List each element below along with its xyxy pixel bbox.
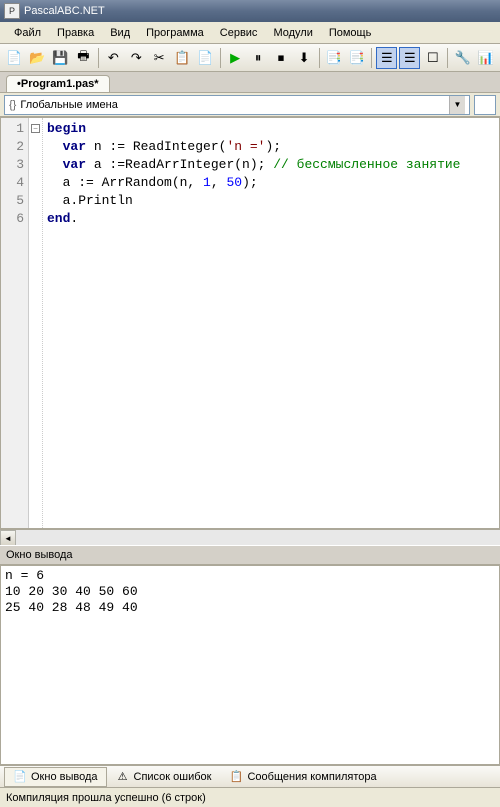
fold-column: −: [29, 118, 43, 528]
code-editor[interactable]: 123456 − begin var n := ReadInteger('n =…: [0, 117, 500, 529]
horizontal-scrollbar[interactable]: ◄: [0, 529, 500, 545]
toolbar-button-14[interactable]: ⬇: [294, 47, 315, 69]
bottom-tab-1[interactable]: ⚠ Список ошибок: [107, 767, 221, 787]
tab-label: Окно вывода: [31, 771, 98, 783]
bottom-tabs: 📄 Окно вывода ⚠ Список ошибок 📋 Сообщения ком…: [0, 765, 500, 787]
window-title: PascalABC.NET: [24, 5, 105, 17]
bottom-tab-0[interactable]: 📄 Окно вывода: [4, 767, 107, 787]
toolbar-button-9[interactable]: 📄: [195, 47, 216, 69]
tab-area: •Program1.pas*: [0, 72, 500, 93]
toolbar-button-3[interactable]: 🖶: [73, 47, 94, 69]
titlebar: P PascalABC.NET: [0, 0, 500, 22]
toolbar-button-6[interactable]: ↷: [126, 47, 147, 69]
menu-program[interactable]: Программа: [138, 24, 212, 42]
line-gutter: 123456: [1, 118, 29, 528]
menu-modules[interactable]: Модули: [265, 24, 320, 42]
tab-icon: 📋: [229, 770, 243, 784]
toolbar-button-8[interactable]: 📋: [172, 47, 193, 69]
search-input[interactable]: [474, 95, 496, 115]
output-panel[interactable]: n = 6 10 20 30 40 50 60 25 40 28 48 49 4…: [0, 565, 500, 765]
menu-edit[interactable]: Правка: [49, 24, 102, 42]
toolbar-button-1[interactable]: 📂: [27, 47, 48, 69]
scope-bar: {} Глобальные имена ▼: [0, 93, 500, 117]
status-text: Компиляция прошла успешно (6 строк): [6, 792, 206, 804]
toolbar-button-12[interactable]: ⏸: [248, 47, 269, 69]
menu-file[interactable]: Файл: [6, 24, 49, 42]
toolbar-button-17[interactable]: 📑: [346, 47, 367, 69]
menu-view[interactable]: Вид: [102, 24, 138, 42]
menubar: Файл Правка Вид Программа Сервис Модули …: [0, 22, 500, 44]
chevron-down-icon[interactable]: ▼: [449, 96, 465, 114]
toolbar-button-2[interactable]: 💾: [50, 47, 71, 69]
toolbar: 📄📂💾🖶↶↷✂📋📄▶⏸⏹⬇📑📑☰☰☐🔧📊: [0, 44, 500, 72]
scope-label: Глобальные имена: [20, 99, 449, 111]
bottom-tab-2[interactable]: 📋 Сообщения компилятора: [220, 767, 385, 787]
scroll-left-icon[interactable]: ◄: [0, 530, 16, 546]
toolbar-button-19[interactable]: ☰: [376, 47, 397, 69]
toolbar-button-16[interactable]: 📑: [323, 47, 344, 69]
toolbar-button-5[interactable]: ↶: [103, 47, 124, 69]
menu-help[interactable]: Помощь: [321, 24, 380, 42]
menu-service[interactable]: Сервис: [212, 24, 266, 42]
app-icon: P: [4, 3, 20, 19]
tab-icon: 📄: [13, 770, 27, 784]
toolbar-button-21[interactable]: ☐: [422, 47, 443, 69]
toolbar-button-20[interactable]: ☰: [399, 47, 420, 69]
tab-label: Сообщения компилятора: [247, 771, 376, 783]
statusbar: Компиляция прошла успешно (6 строк): [0, 787, 500, 807]
braces-icon: {}: [9, 99, 16, 111]
toolbar-button-13[interactable]: ⏹: [271, 47, 292, 69]
toolbar-button-24[interactable]: 📊: [475, 47, 496, 69]
toolbar-button-11[interactable]: ▶: [225, 47, 246, 69]
toolbar-button-7[interactable]: ✂: [149, 47, 170, 69]
fold-minus-icon[interactable]: −: [31, 124, 40, 133]
output-panel-title: Окно вывода: [0, 545, 500, 565]
tab-icon: ⚠: [116, 770, 130, 784]
document-tab[interactable]: •Program1.pas*: [6, 75, 110, 92]
code-area[interactable]: begin var n := ReadInteger('n ='); var a…: [43, 118, 499, 528]
toolbar-button-0[interactable]: 📄: [4, 47, 25, 69]
scope-dropdown[interactable]: {} Глобальные имена ▼: [4, 95, 470, 115]
toolbar-button-23[interactable]: 🔧: [452, 47, 473, 69]
tab-label: Список ошибок: [134, 771, 212, 783]
